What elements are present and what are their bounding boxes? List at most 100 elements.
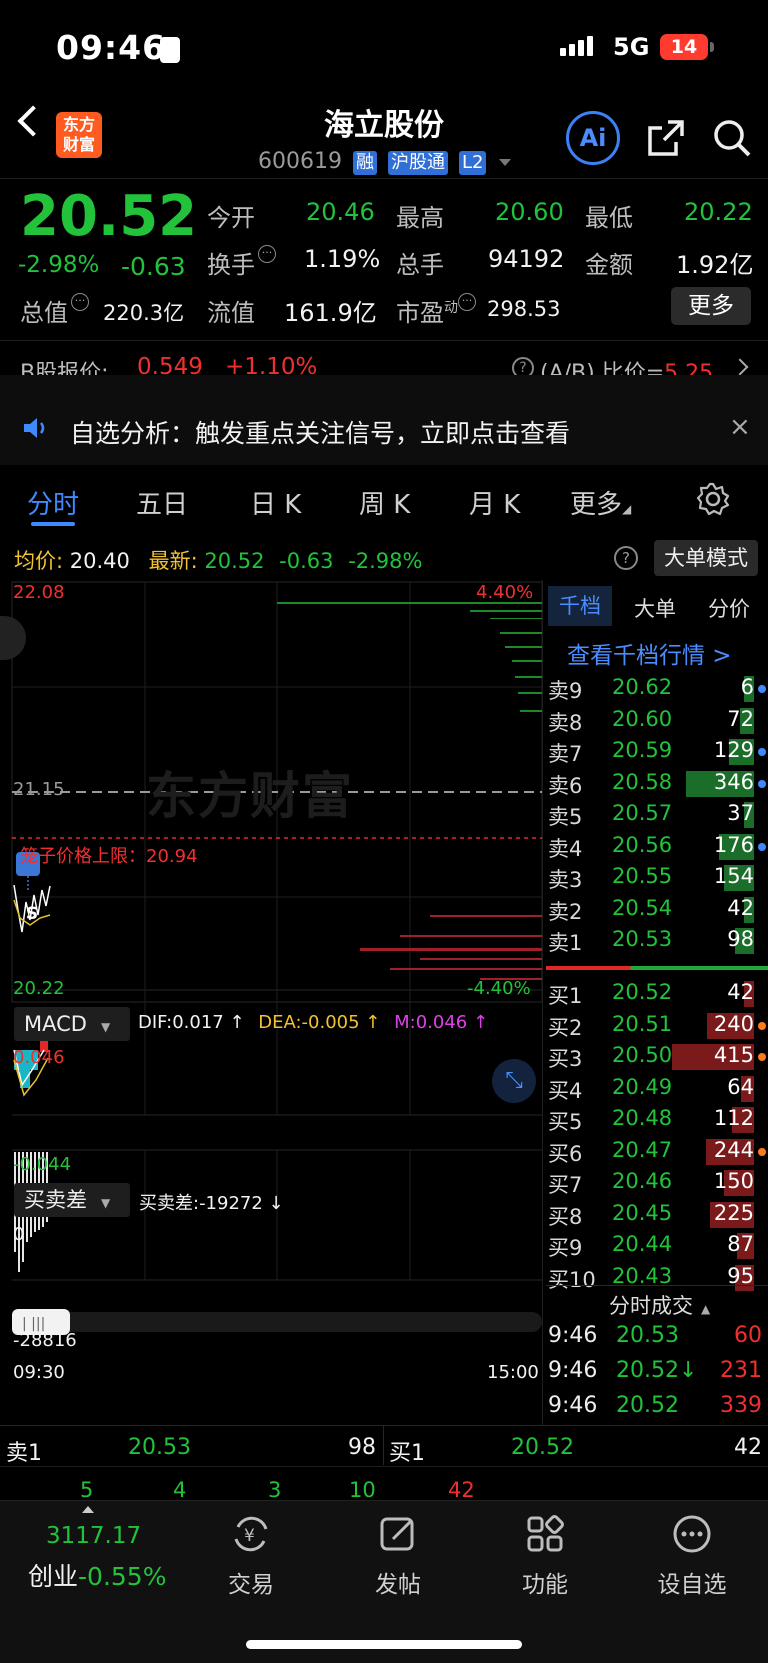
tick-price: 20.53: [616, 1323, 679, 1348]
spread-selector[interactable]: 买卖差 ▼: [14, 1183, 130, 1217]
ask-row[interactable]: 卖2 20.54 42: [546, 894, 768, 925]
level-label: 卖8: [548, 710, 583, 735]
nav-trade-label: 交易: [228, 1572, 274, 1598]
level-volume: 72: [727, 706, 754, 731]
bid-row[interactable]: 买3 20.50 415: [546, 1041, 768, 1072]
turnover-label: 换手 ···: [207, 245, 276, 280]
bid-row[interactable]: 买5 20.48 112: [546, 1104, 768, 1135]
tab-monthly-k[interactable]: 月 K: [469, 484, 520, 521]
open-value: 20.46: [306, 198, 375, 226]
level-volume: 129: [713, 738, 754, 762]
nav-functions[interactable]: 功能: [490, 1513, 600, 1599]
pe-label: 市盈动 ···: [396, 293, 476, 328]
bid-row[interactable]: 买10 20.43 95: [546, 1262, 768, 1293]
tab-five-day[interactable]: 五日: [136, 484, 188, 521]
ask-row[interactable]: 卖7 20.59 129: [546, 736, 768, 767]
ask-row[interactable]: 卖3 20.55 154: [546, 862, 768, 893]
buy-queue-1: 42: [448, 1478, 475, 1502]
ask-row[interactable]: 卖1 20.53 98: [546, 925, 768, 956]
bid-row[interactable]: 买7 20.46 150: [546, 1167, 768, 1198]
nav-add-watchlist[interactable]: 设自选: [637, 1513, 747, 1599]
close-icon[interactable]: ×: [729, 412, 751, 442]
y-axis-bottom: 20.22: [13, 978, 65, 999]
svg-text:¥: ¥: [244, 1526, 255, 1546]
more-button[interactable]: 更多: [671, 287, 751, 325]
tab-underline: [31, 522, 75, 526]
info-icon[interactable]: ···: [258, 245, 276, 263]
ticks-header[interactable]: 分时成交 ▲: [609, 1290, 710, 1320]
edit-icon: [380, 1517, 414, 1551]
expand-icon[interactable]: ⤡: [492, 1059, 536, 1103]
bid-row[interactable]: 买2 20.51 240: [546, 1010, 768, 1041]
y-axis-top: 22.08: [13, 582, 65, 603]
float-label: 流值: [207, 299, 255, 327]
view-depth-link[interactable]: 查看千档行情 >: [567, 636, 732, 670]
level-price: 20.60: [612, 706, 673, 731]
bid-row[interactable]: 买8 20.45 225: [546, 1199, 768, 1230]
tab-price-dist[interactable]: 分价: [708, 593, 750, 623]
index-value[interactable]: 3117.17: [46, 1523, 141, 1549]
index-quote[interactable]: 创业-0.55%: [28, 1557, 166, 1593]
tab-intraday[interactable]: 分时: [27, 484, 79, 521]
id-card-icon: [160, 37, 180, 63]
tab-weekly-k[interactable]: 周 K: [359, 484, 410, 521]
tab-more[interactable]: 更多◢: [570, 484, 631, 521]
pct-axis-top: 4.40%: [476, 582, 534, 603]
intraday-chart[interactable]: | |||: [0, 580, 545, 1580]
help-icon[interactable]: ?: [614, 546, 638, 570]
level-price: 20.55: [612, 864, 673, 888]
ask-row[interactable]: 卖6 20.58 346: [546, 768, 768, 799]
tick-volume: 339: [720, 1393, 762, 1418]
home-indicator[interactable]: [246, 1640, 522, 1649]
ask-row[interactable]: 卖9 20.62 6: [546, 673, 768, 704]
settings-gear-icon[interactable]: [696, 482, 730, 516]
tab-big-order[interactable]: 大单: [634, 593, 676, 623]
level-price: 20.54: [612, 895, 673, 920]
chevron-right-icon[interactable]: [731, 358, 749, 376]
divider: [0, 178, 768, 179]
level1-buy-vol: 42: [734, 1435, 762, 1460]
divider: [0, 1425, 768, 1426]
bid-row[interactable]: 买6 20.47 244: [546, 1136, 768, 1167]
bid-row[interactable]: 买4 20.49 64: [546, 1073, 768, 1104]
nav-post[interactable]: 发帖: [343, 1513, 453, 1599]
high-label: 最高: [396, 204, 444, 232]
level-label: 买9: [548, 1236, 583, 1260]
tick-price: 20.52↓: [616, 1358, 698, 1383]
search-icon[interactable]: [712, 118, 752, 158]
more-circle-icon: [673, 1515, 711, 1553]
stock-code-line[interactable]: 600619 融 沪股通 L2: [258, 149, 512, 175]
level-price: 20.62: [612, 675, 673, 699]
speaker-icon: [24, 418, 45, 438]
ask-row[interactable]: 卖5 20.57 37: [546, 799, 768, 830]
big-order-mode-button[interactable]: 大单模式: [654, 540, 758, 576]
share-icon[interactable]: [646, 118, 686, 158]
level-price: 20.50: [612, 1043, 673, 1067]
level-volume: 244: [713, 1137, 754, 1162]
info-icon[interactable]: ···: [458, 293, 476, 311]
bid-row[interactable]: 买9 20.44 87: [546, 1230, 768, 1261]
nav-trade[interactable]: ¥ 交易: [196, 1513, 306, 1599]
level-price: 20.57: [612, 801, 673, 825]
info-icon[interactable]: ···: [71, 293, 89, 311]
orderbook-divider: [542, 580, 543, 1425]
macd-selector[interactable]: MACD ▼: [14, 1007, 130, 1041]
signal-s-marker[interactable]: S: [22, 904, 42, 924]
tab-thousand-level[interactable]: 千档: [548, 586, 612, 626]
ask-row[interactable]: 卖4 20.56 176: [546, 831, 768, 862]
level-volume: 87: [727, 1232, 754, 1256]
low-label: 最低: [585, 204, 633, 232]
battery-icon: 14: [660, 34, 708, 60]
l2-tag: L2: [458, 151, 487, 175]
level1-sell-price: 20.53: [128, 1435, 191, 1460]
bid-row[interactable]: 买1 20.52 42: [546, 978, 768, 1009]
spread-value: 买卖差:-19272 ↓: [139, 1193, 284, 1214]
change-percent: -2.98%: [18, 252, 100, 278]
level-volume: 37: [727, 801, 754, 825]
level-price: 20.58: [612, 769, 673, 794]
ai-button[interactable]: Ai: [566, 111, 620, 165]
ask-row[interactable]: 卖8 20.60 72: [546, 705, 768, 736]
buy-sell-ratio-bar: [546, 966, 768, 970]
tab-daily-k[interactable]: 日 K: [250, 484, 301, 521]
time-start: 09:30: [13, 1362, 65, 1383]
